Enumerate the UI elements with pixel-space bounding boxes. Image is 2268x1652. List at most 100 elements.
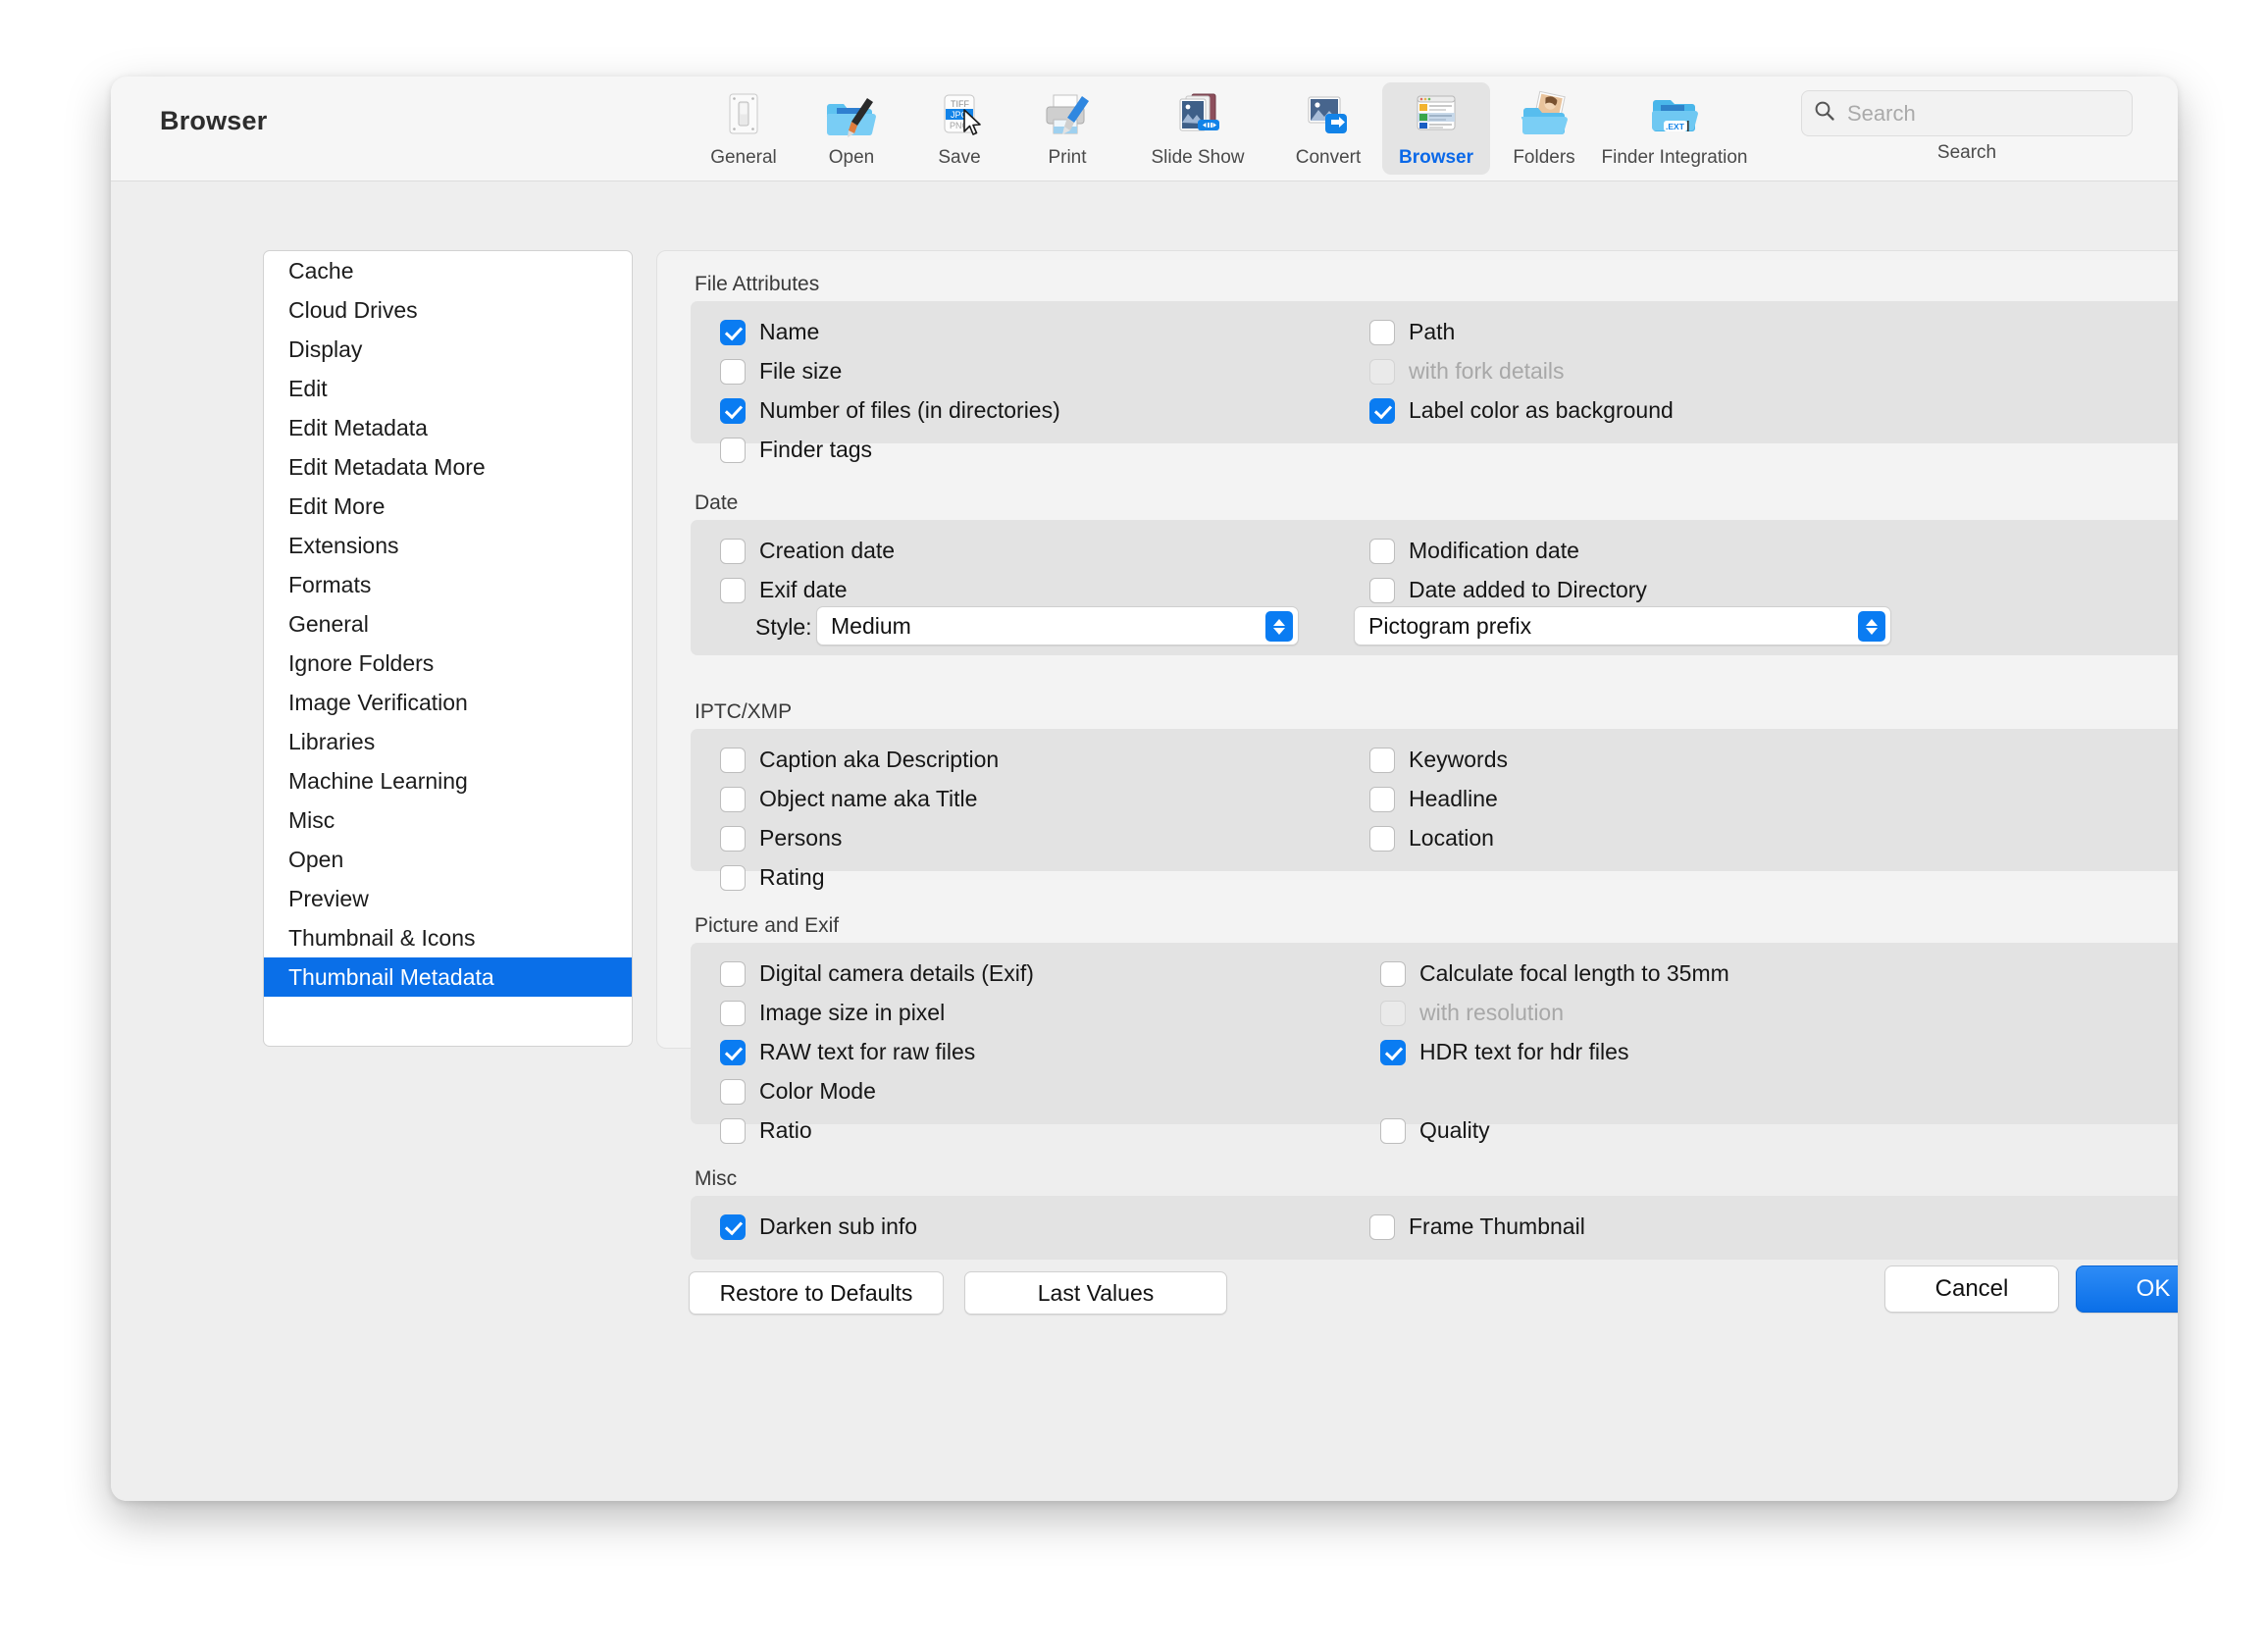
- sidebar-item-cloud-drives[interactable]: Cloud Drives: [264, 290, 632, 330]
- checkbox-path[interactable]: Path: [1369, 319, 1455, 345]
- checkbox-box[interactable]: [1380, 1039, 1406, 1065]
- checkbox-calculate-focal-length[interactable]: Calculate focal length to 35mm: [1380, 960, 1729, 987]
- checkbox-label: Modification date: [1409, 538, 1579, 563]
- checkbox-number-of-files[interactable]: Number of files (in directories): [720, 397, 1060, 424]
- toolbar-item-general[interactable]: General: [690, 82, 798, 175]
- sidebar-item-image-verification[interactable]: Image Verification: [264, 683, 632, 722]
- toolbar-item-open[interactable]: Open: [798, 82, 905, 175]
- checkbox-box[interactable]: [1369, 825, 1395, 852]
- checkbox-name[interactable]: Name: [720, 319, 819, 345]
- checkbox-ratio[interactable]: Ratio: [720, 1117, 812, 1144]
- sidebar-item-general[interactable]: General: [264, 604, 632, 644]
- checkbox-darken-sub-info[interactable]: Darken sub info: [720, 1213, 917, 1240]
- toolbar-item-save[interactable]: TIFF JPG PNG Save: [905, 82, 1013, 175]
- checkbox-date-added-to-directory[interactable]: Date added to Directory: [1369, 577, 1647, 603]
- sidebar-item-open[interactable]: Open: [264, 840, 632, 879]
- checkbox-box[interactable]: [720, 747, 746, 773]
- sidebar-item-edit-metadata-more[interactable]: Edit Metadata More: [264, 447, 632, 487]
- checkbox-file-size[interactable]: File size: [720, 358, 842, 385]
- checkbox-hdr-text[interactable]: HDR text for hdr files: [1380, 1039, 1628, 1065]
- checkbox-label: Color Mode: [759, 1078, 876, 1104]
- checkbox-caption[interactable]: Caption aka Description: [720, 747, 999, 773]
- search-input[interactable]: [1845, 99, 2120, 128]
- checkbox-box[interactable]: [720, 1078, 746, 1105]
- toolbar-item-finder-integration[interactable]: .EXT Finder Integration: [1598, 82, 1751, 175]
- restore-to-defaults-button[interactable]: Restore to Defaults: [689, 1271, 944, 1315]
- checkbox-box[interactable]: [720, 1039, 746, 1065]
- ok-button[interactable]: OK: [2076, 1265, 2178, 1313]
- toolbar-item-print[interactable]: Print: [1013, 82, 1121, 175]
- checkbox-box[interactable]: [1369, 577, 1395, 603]
- checkbox-box[interactable]: [1369, 786, 1395, 812]
- checkbox-keywords[interactable]: Keywords: [1369, 747, 1508, 773]
- sidebar-item-extensions[interactable]: Extensions: [264, 526, 632, 565]
- toolbar-item-label: Convert: [1295, 147, 1362, 168]
- toolbar-item-browser[interactable]: Browser: [1382, 82, 1490, 175]
- toolbar-item-folders[interactable]: Folders: [1490, 82, 1598, 175]
- checkbox-modification-date[interactable]: Modification date: [1369, 538, 1579, 564]
- checkbox-exif-date[interactable]: Exif date: [720, 577, 848, 603]
- toolbar-item-convert[interactable]: Convert: [1274, 82, 1382, 175]
- checkbox-label: with fork details: [1409, 358, 1565, 384]
- checkbox-digital-camera-details[interactable]: Digital camera details (Exif): [720, 960, 1034, 987]
- checkbox-image-size-in-pixel[interactable]: Image size in pixel: [720, 1000, 945, 1026]
- checkbox-box[interactable]: [720, 319, 746, 345]
- checkbox-box[interactable]: [720, 786, 746, 812]
- checkbox-headline[interactable]: Headline: [1369, 786, 1498, 812]
- sidebar-item-edit-metadata[interactable]: Edit Metadata: [264, 408, 632, 447]
- checkbox-frame-thumbnail[interactable]: Frame Thumbnail: [1369, 1213, 1585, 1240]
- sidebar-item-cache[interactable]: Cache: [264, 251, 632, 290]
- checkbox-box[interactable]: [720, 358, 746, 385]
- checkbox-finder-tags[interactable]: Finder tags: [720, 437, 872, 463]
- checkbox-raw-text[interactable]: RAW text for raw files: [720, 1039, 975, 1065]
- checkbox-location[interactable]: Location: [1369, 825, 1494, 852]
- checkbox-object-name[interactable]: Object name aka Title: [720, 786, 977, 812]
- sidebar-item-ignore-folders[interactable]: Ignore Folders: [264, 644, 632, 683]
- cancel-button[interactable]: Cancel: [1884, 1265, 2059, 1313]
- toolbar-item-slide-show[interactable]: Slide Show: [1121, 82, 1274, 175]
- settings-sidebar[interactable]: Cache Cloud Drives Display Edit Edit Met…: [263, 250, 633, 1047]
- checkbox-box[interactable]: [720, 960, 746, 987]
- checkbox-box[interactable]: [720, 538, 746, 564]
- checkbox-color-mode[interactable]: Color Mode: [720, 1078, 876, 1105]
- sidebar-item-thumbnail-icons[interactable]: Thumbnail & Icons: [264, 918, 632, 957]
- last-values-button[interactable]: Last Values: [964, 1271, 1227, 1315]
- checkbox-box[interactable]: [1369, 397, 1395, 424]
- checkbox-rating[interactable]: Rating: [720, 864, 824, 891]
- group-picture-exif: Picture and Exif Digital camera details …: [691, 914, 2178, 1144]
- checkbox-creation-date[interactable]: Creation date: [720, 538, 895, 564]
- sidebar-item-misc[interactable]: Misc: [264, 800, 632, 840]
- sidebar-item-edit[interactable]: Edit: [264, 369, 632, 408]
- checkbox-box[interactable]: [1369, 538, 1395, 564]
- checkbox-box[interactable]: [720, 864, 746, 891]
- checkbox-label-color-as-background[interactable]: Label color as background: [1369, 397, 1674, 424]
- checkbox-box[interactable]: [1369, 1213, 1395, 1240]
- checkbox-box[interactable]: [720, 577, 746, 603]
- sidebar-item-edit-more[interactable]: Edit More: [264, 487, 632, 526]
- sidebar-item-label: Ignore Folders: [288, 649, 435, 676]
- checkbox-box[interactable]: [720, 1213, 746, 1240]
- checkbox-label: Caption aka Description: [759, 747, 1000, 772]
- checkbox-box[interactable]: [720, 437, 746, 463]
- checkbox-box[interactable]: [720, 825, 746, 852]
- checkbox-box[interactable]: [720, 1000, 746, 1026]
- checkbox-box[interactable]: [1380, 960, 1406, 987]
- checkbox-box[interactable]: [1369, 747, 1395, 773]
- sidebar-item-formats[interactable]: Formats: [264, 565, 632, 604]
- date-style-select[interactable]: Medium: [816, 606, 1299, 645]
- checkbox-persons[interactable]: Persons: [720, 825, 842, 852]
- sidebar-item-display[interactable]: Display: [264, 330, 632, 369]
- checkbox-box[interactable]: [1380, 1117, 1406, 1144]
- search-box[interactable]: [1801, 90, 2133, 136]
- sidebar-item-libraries[interactable]: Libraries: [264, 722, 632, 761]
- checkbox-box[interactable]: [720, 397, 746, 424]
- chevron-updown-icon[interactable]: [1265, 611, 1293, 642]
- chevron-updown-icon[interactable]: [1858, 611, 1885, 642]
- checkbox-box[interactable]: [1369, 319, 1395, 345]
- sidebar-item-machine-learning[interactable]: Machine Learning: [264, 761, 632, 800]
- sidebar-item-preview[interactable]: Preview: [264, 879, 632, 918]
- checkbox-box[interactable]: [720, 1117, 746, 1144]
- sidebar-item-thumbnail-metadata[interactable]: Thumbnail Metadata: [264, 957, 632, 997]
- checkbox-quality[interactable]: Quality: [1380, 1117, 1490, 1144]
- date-prefix-select[interactable]: Pictogram prefix: [1354, 606, 1891, 645]
